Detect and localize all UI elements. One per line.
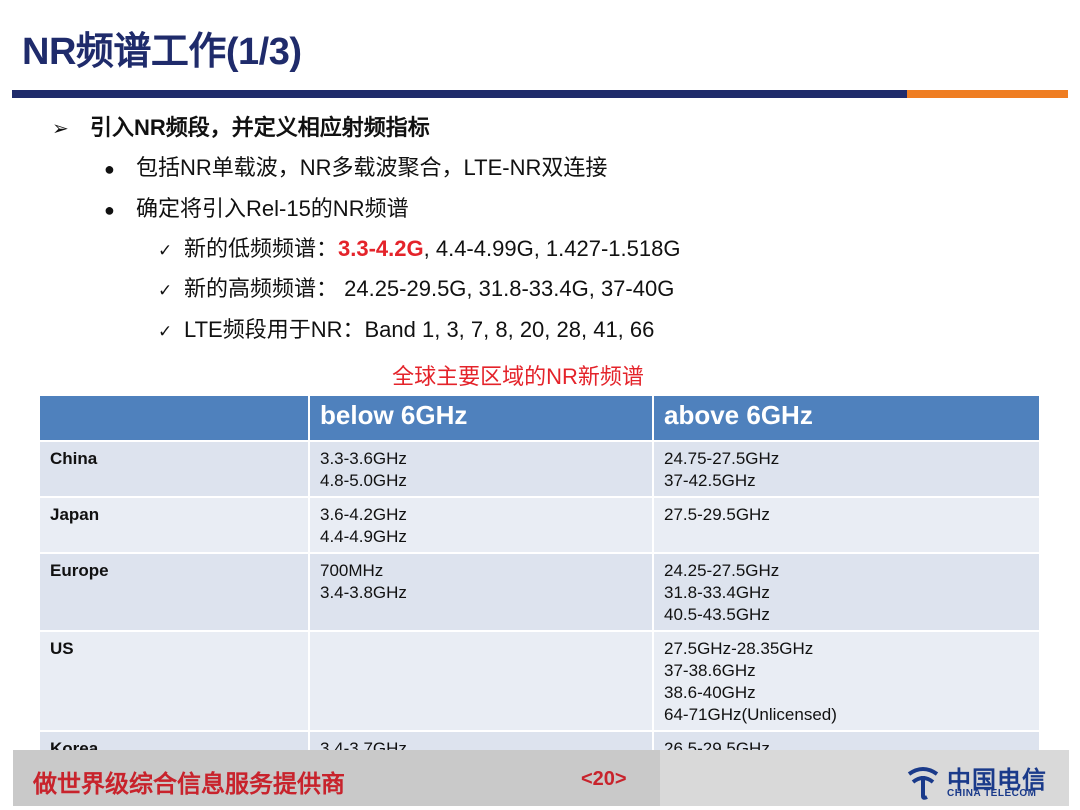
frequency-band: 24.75-27.5GHz [664,449,780,468]
bullet-highlight: 3.3-4.2G [338,236,424,261]
bullet-text-suffix: , 4.4-4.99G, 1.427-1.518G [423,236,681,261]
bullet-text: 包括NR单载波，NR多载波聚合，LTE-NR双连接 [136,155,608,180]
bullet-level1: ➢ 引入NR频段，并定义相应射频指标 [52,110,430,142]
country-cell: Japan [38,496,310,554]
bullet-level3: ✓ 新的高频频谱： 24.25-29.5G, 31.8-33.4G, 37-40G [158,271,674,303]
bullet-level2: ● 包括NR单载波，NR多载波聚合，LTE-NR双连接 [104,150,607,182]
above-6ghz-cell: 24.75-27.5GHz 37-42.5GHz [652,440,1041,498]
frequency-band: 37-38.6GHz [664,661,756,680]
bullet-text: 引入NR频段，并定义相应射频指标 [90,115,430,140]
title-divider-orange [907,90,1068,98]
arrow-bullet-icon: ➢ [52,118,69,140]
frequency-band: 64-71GHz(Unlicensed) [664,705,837,724]
bullet-text: LTE频段用于NR：Band 1, 3, 7, 8, 20, 28, 41, 6… [184,317,655,342]
frequency-band: 3.4-3.8GHz [320,583,407,602]
table-row: US 27.5GHz-28.35GHz 37-38.6GHz 38.6-40GHz 64… [38,630,1041,732]
bullet-text-prefix: 新的低频频谱： [184,236,339,261]
country-cell: China [38,440,310,498]
logo-text-en: CHINA TELECOM [947,788,1037,799]
above-6ghz-cell: 27.5-29.5GHz [652,496,1041,554]
footer-bar: 做世界级综合信息服务提供商 <20> 中国电信 CHINA TELECOM [13,750,1069,806]
check-icon: ✓ [158,322,173,341]
below-6ghz-cell: 3.6-4.2GHz 4.4-4.9GHz [308,496,654,554]
frequency-band: 3.6-4.2GHz [320,505,407,524]
frequency-band: 27.5-29.5GHz [664,505,770,524]
check-icon: ✓ [158,281,173,300]
table-row: China 3.3-3.6GHz 4.8-5.0GHz 24.75-27.5GHz 37… [38,440,1041,498]
table-caption: 全球主要区域的NR新频谱 [392,364,644,389]
country-cell: Europe [38,552,310,632]
dot-bullet-icon: ● [104,200,115,220]
bullet-text: 新的高频频谱： 24.25-29.5G, 31.8-33.4G, 37-40G [184,276,675,301]
table-row: Europe 700MHz 3.4-3.8GHz 24.25-27.5GHz 31.8-… [38,552,1041,632]
country-cell: US [38,630,310,732]
below-6ghz-cell: 700MHz 3.4-3.8GHz [308,552,654,632]
above-6ghz-cell: 24.25-27.5GHz 31.8-33.4GHz 40.5-43.5GHz [652,552,1041,632]
table-body: China 3.3-3.6GHz 4.8-5.0GHz 24.75-27.5GHz 37… [38,440,1041,766]
china-telecom-logo-icon [907,767,939,800]
frequency-band: 37-42.5GHz [664,471,756,490]
frequency-band: 4.8-5.0GHz [320,471,407,490]
bullet-level3: ✓ LTE频段用于NR：Band 1, 3, 7, 8, 20, 28, 41, … [158,312,654,344]
table-header-row: below 6GHz above 6GHz [38,394,1041,442]
frequency-band: 27.5GHz-28.35GHz [664,639,814,658]
frequency-band: 700MHz [320,561,384,580]
frequency-band: 40.5-43.5GHz [664,605,770,624]
bullet-level2: ● 确定将引入Rel-15的NR频谱 [104,191,409,223]
frequency-band: 38.6-40GHz [664,683,756,702]
bullet-text: 确定将引入Rel-15的NR频谱 [136,196,409,221]
page-title: NR频谱工作(1/3) [22,31,302,73]
table-header-cell: below 6GHz [308,394,654,442]
dot-bullet-icon: ● [104,159,115,179]
bullet-level3: ✓ 新的低频频谱：3.3-4.2G, 4.4-4.99G, 1.427-1.518… [158,231,680,263]
frequency-band: 24.25-27.5GHz [664,561,780,580]
footer-left-panel: 做世界级综合信息服务提供商 <20> [13,750,660,806]
below-6ghz-cell: 3.3-3.6GHz 4.8-5.0GHz [308,440,654,498]
spectrum-table: below 6GHz above 6GHz China 3.3-3.6GHz 4.8… [38,394,1041,766]
table-header-cell [38,394,310,442]
check-icon: ✓ [158,241,173,260]
table-header-cell: above 6GHz [652,394,1041,442]
title-divider-navy [12,90,907,98]
frequency-band: 31.8-33.4GHz [664,583,770,602]
title-divider [12,90,1068,98]
footer-slogan: 做世界级综合信息服务提供商 [33,771,345,798]
frequency-band: 4.4-4.9GHz [320,527,407,546]
page-number: <20> [581,768,627,790]
below-6ghz-cell [308,630,654,732]
frequency-band: 3.3-3.6GHz [320,449,407,468]
table-row: Japan 3.6-4.2GHz 4.4-4.9GHz 27.5-29.5GHz [38,496,1041,554]
company-logo: 中国电信 CHINA TELECOM [903,758,1053,802]
above-6ghz-cell: 27.5GHz-28.35GHz 37-38.6GHz 38.6-40GHz 64-7… [652,630,1041,732]
